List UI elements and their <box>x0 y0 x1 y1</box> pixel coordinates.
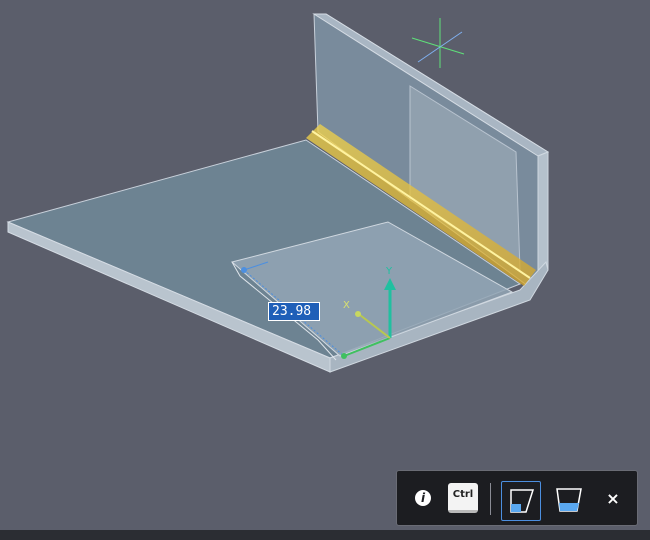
info-icon: i <box>415 490 431 506</box>
axis-label-y: Y <box>385 266 393 277</box>
ctrl-key-button[interactable]: Ctrl <box>448 481 478 515</box>
dimension-input[interactable]: 23.98 <box>268 302 320 321</box>
status-bar <box>0 530 650 540</box>
wall-side-thickness <box>537 151 549 277</box>
axis-label-x: X <box>343 300 350 311</box>
model-canvas[interactable]: X Y <box>0 0 650 530</box>
flange-mode-1-button[interactable] <box>501 481 541 521</box>
gizmo-origin[interactable] <box>341 353 347 359</box>
cad-viewport[interactable]: X Y 23.98 <box>0 0 650 530</box>
info-button[interactable]: i <box>411 481 435 515</box>
flange-mode-2-icon <box>556 488 582 512</box>
cursor-crosshair <box>411 18 465 68</box>
gizmo-y-handle[interactable] <box>355 311 361 317</box>
flange-toolbar: i Ctrl × <box>396 470 638 526</box>
flange-mode-2-button[interactable] <box>551 481 591 521</box>
close-button[interactable]: × <box>603 479 623 519</box>
toolbar-divider <box>490 483 491 515</box>
close-icon: × <box>606 489 620 508</box>
ctrl-key-icon: Ctrl <box>448 483 478 513</box>
flange-mode-1-icon <box>510 489 535 513</box>
